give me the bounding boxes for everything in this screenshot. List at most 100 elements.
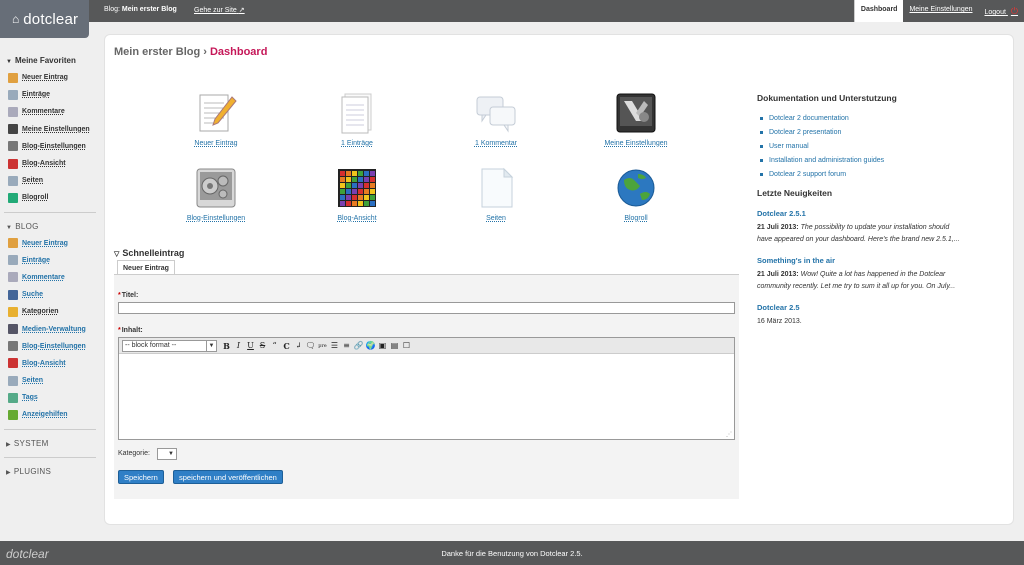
image-icon[interactable]: ▣	[377, 340, 388, 352]
blog-item-4[interactable]: Kategorien	[0, 303, 100, 320]
content-label: *Inhalt:	[118, 327, 143, 334]
dashboard-blog-theme[interactable]: Blog-Ansicht	[312, 166, 402, 222]
tab-my-settings[interactable]: Meine Einstellungen	[903, 0, 978, 22]
category-select[interactable]: ▼	[157, 448, 177, 460]
fav-item-2[interactable]: Kommentare	[0, 103, 100, 120]
fav-item-3[interactable]: Meine Einstellungen	[0, 121, 100, 138]
pencil-icon	[8, 238, 18, 249]
user-settings-icon	[8, 124, 18, 135]
dashboard-my-settings[interactable]: Meine Einstellungen	[591, 91, 681, 147]
resize-handle-icon[interactable]: ⋰	[726, 431, 732, 438]
underline-icon[interactable]: U	[245, 340, 256, 352]
strikethrough-icon[interactable]: S	[257, 340, 268, 352]
news-item-title[interactable]: Dotclear 2.5	[757, 303, 800, 312]
quick-entry-form: *Titel: *Inhalt: -- block format -- ▼ B …	[114, 274, 739, 499]
fav-item-7[interactable]: Blogroll	[0, 189, 100, 206]
blog-item-6[interactable]: Blog-Einstellungen	[0, 338, 100, 355]
unordered-list-icon[interactable]: ☰	[329, 340, 340, 352]
blog-item-8[interactable]: Seiten	[0, 372, 100, 389]
news-item-title[interactable]: Something's in the air	[757, 256, 835, 265]
dashboard-comments[interactable]: 1 Kommentar	[451, 91, 541, 147]
plugins-section-title[interactable]: ▶ PLUGINS	[0, 463, 100, 480]
blog-item-5[interactable]: Medien-Verwaltung	[0, 320, 100, 337]
tab-new-entry[interactable]: Neuer Eintrag	[117, 260, 175, 275]
line-break-icon[interactable]: ↲	[293, 340, 304, 352]
content-textarea[interactable]	[119, 354, 734, 438]
fav-item-6[interactable]: Seiten	[0, 172, 100, 189]
blog-item-7[interactable]: Blog-Ansicht	[0, 355, 100, 372]
external-link-icon[interactable]: 🌍	[365, 340, 376, 352]
new-entry-icon	[199, 94, 237, 132]
blog-section-title[interactable]: ▼ BLOG	[0, 218, 100, 235]
help-icon[interactable]: ☐	[401, 340, 412, 352]
blog-name: Mein erster Blog	[121, 6, 177, 13]
page-title: Dashboard	[209, 46, 268, 58]
external-link-icon: ↗	[238, 7, 245, 14]
preformatted-icon[interactable]: pre	[317, 340, 328, 352]
fav-item-0[interactable]: Neuer Eintrag	[0, 69, 100, 86]
doc-link[interactable]: Dotclear 2 support forum	[760, 167, 884, 181]
bullet-icon	[760, 144, 763, 148]
quick-entry-title[interactable]: ▽ Schnelleintrag	[114, 248, 184, 258]
bullet-icon	[760, 116, 763, 120]
dashboard-pages[interactable]: Seiten	[451, 166, 541, 222]
news-item-text: 21 Juli 2013: The possibility to update …	[757, 224, 960, 243]
gears-icon	[8, 341, 18, 352]
footer: dotclear Danke für die Benutzung von Dot…	[0, 541, 1024, 565]
save-button[interactable]: Speichern	[118, 470, 164, 484]
favorites-section-title[interactable]: ▼ Meine Favoriten	[0, 52, 100, 69]
dashboard-blog-settings[interactable]: Blog-Einstellungen	[171, 166, 261, 222]
media-icon[interactable]: ▤	[389, 340, 400, 352]
blog-item-3[interactable]: Suche	[0, 286, 100, 303]
editor-toolbar: -- block format -- ▼ B I U S “ C ↲ 🗨 pre…	[119, 338, 734, 354]
dashboard-blogroll[interactable]: Blogroll	[591, 166, 681, 222]
media-icon	[8, 324, 18, 335]
logout-link[interactable]: Logout ⏻	[979, 0, 1024, 22]
triangle-right-icon: ▶	[6, 469, 11, 476]
block-format-select[interactable]: -- block format -- ▼	[122, 339, 217, 352]
dashboard-entries[interactable]: 1 Einträge	[312, 91, 402, 147]
fav-item-5[interactable]: Blog-Ansicht	[0, 155, 100, 172]
news-item-text: 21 Juli 2013: Wow! Quite a lot has happe…	[757, 271, 956, 290]
palette-icon	[8, 158, 18, 169]
code-icon[interactable]: C	[281, 340, 292, 352]
triangle-right-icon: ▶	[6, 441, 11, 448]
blockquote-icon[interactable]: 🗨	[305, 340, 316, 352]
doc-link[interactable]: Installation and administration guides	[760, 153, 884, 167]
blog-item-1[interactable]: Einträge	[0, 252, 100, 269]
blog-item-10[interactable]: Anzeigehilfen	[0, 406, 100, 423]
quote-icon[interactable]: “	[269, 340, 280, 352]
sidebar: ▼ Meine Favoriten Neuer Eintrag Einträge Ko…	[0, 52, 100, 480]
fav-item-1[interactable]: Einträge	[0, 86, 100, 103]
main-panel: Mein erster Blog › Dashboard Neuer Eintr…	[104, 34, 1014, 525]
prefs-icon	[616, 93, 656, 133]
title-input[interactable]	[118, 302, 735, 314]
bold-icon[interactable]: B	[221, 340, 232, 352]
page-icon	[8, 255, 18, 266]
fav-item-4[interactable]: Blog-Einstellungen	[0, 138, 100, 155]
blog-item-0[interactable]: Neuer Eintrag	[0, 235, 100, 252]
tab-dashboard[interactable]: Dashboard	[853, 0, 904, 22]
italic-icon[interactable]: I	[233, 340, 244, 352]
dotclear-logo[interactable]: ⌂ dotclear	[0, 0, 89, 38]
link-icon[interactable]: 🔗	[353, 340, 364, 352]
triangle-down-icon: ▼	[6, 59, 12, 65]
doc-link[interactable]: Dotclear 2 documentation	[760, 111, 884, 125]
doc-link[interactable]: Dotclear 2 presentation	[760, 125, 884, 139]
title-label: *Titel:	[118, 292, 139, 299]
doc-link[interactable]: User manual	[760, 139, 884, 153]
home-icon: ⌂	[12, 12, 20, 26]
top-bar: Blog: Mein erster Blog Gehe zur Site ↗ D…	[0, 0, 1024, 22]
news-item-title[interactable]: Dotclear 2.5.1	[757, 209, 806, 218]
ordered-list-icon[interactable]: ≡	[341, 340, 352, 352]
comment-icon	[8, 272, 18, 283]
blog-item-2[interactable]: Kommentare	[0, 269, 100, 286]
triangle-down-icon: ▼	[6, 224, 13, 231]
news-item-date: 16 März 2013.	[757, 318, 802, 325]
save-and-publish-button[interactable]: speichern und veröffentlichen	[173, 470, 283, 484]
go-to-site-link[interactable]: Gehe zur Site ↗	[194, 6, 245, 14]
dashboard-new-entry[interactable]: Neuer Eintrag	[171, 91, 261, 147]
folder-icon	[8, 306, 18, 317]
system-section-title[interactable]: ▶ SYSTEM	[0, 435, 100, 452]
blog-item-9[interactable]: Tags	[0, 389, 100, 406]
